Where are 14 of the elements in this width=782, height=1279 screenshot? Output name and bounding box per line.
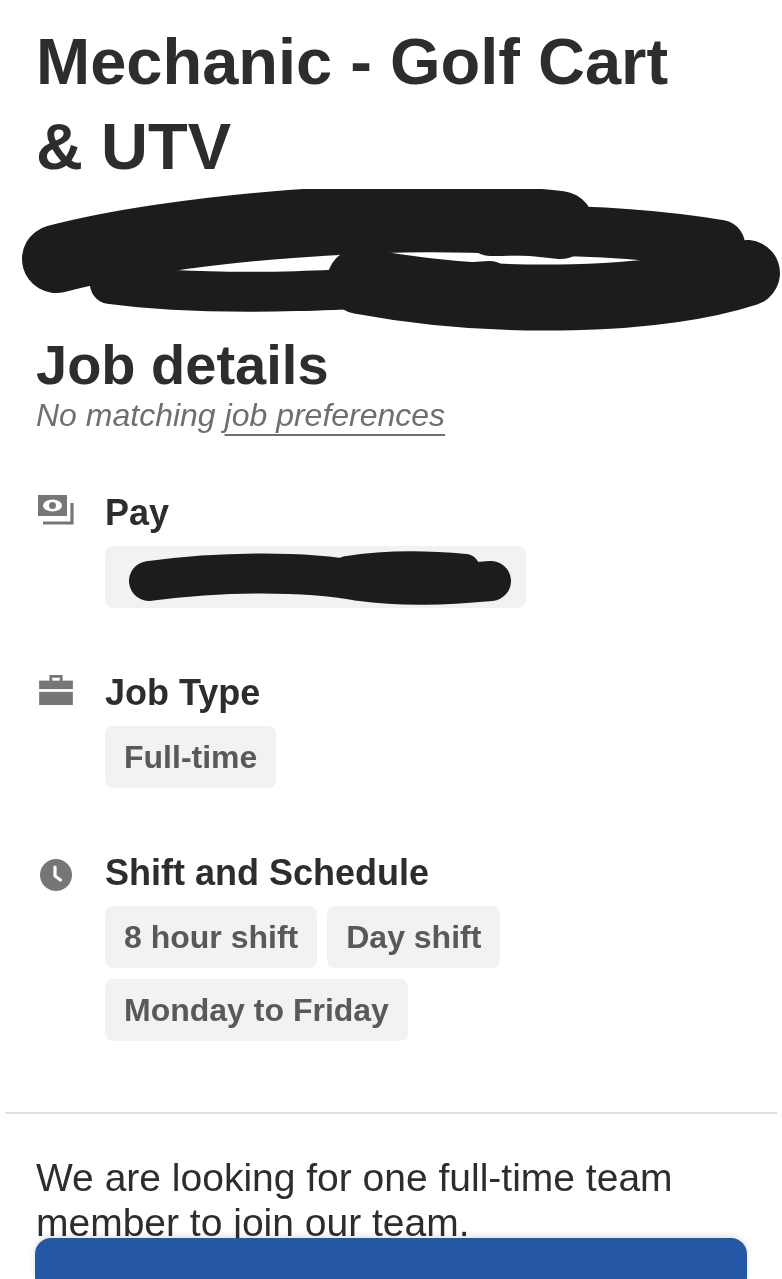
apply-button[interactable] bbox=[35, 1238, 747, 1279]
preferences-note: No matching job preferences bbox=[36, 396, 446, 435]
detail-tag: 8 hour shift bbox=[105, 906, 318, 968]
briefcase-icon bbox=[38, 675, 74, 705]
section-label: Shift and Schedule bbox=[105, 851, 431, 895]
detail-tag: Full-time bbox=[105, 726, 277, 788]
section-label: Job Type bbox=[105, 671, 262, 715]
section-heading: Job details bbox=[36, 335, 330, 395]
detail-tag: Monday to Friday bbox=[105, 979, 408, 1041]
job-title: Mechanic - Golf Cart & UTV bbox=[36, 24, 670, 185]
detail-tag: Day shift bbox=[327, 906, 501, 968]
banknote-icon bbox=[38, 495, 74, 525]
clock-icon bbox=[40, 859, 72, 891]
section-label: Pay bbox=[105, 491, 171, 535]
